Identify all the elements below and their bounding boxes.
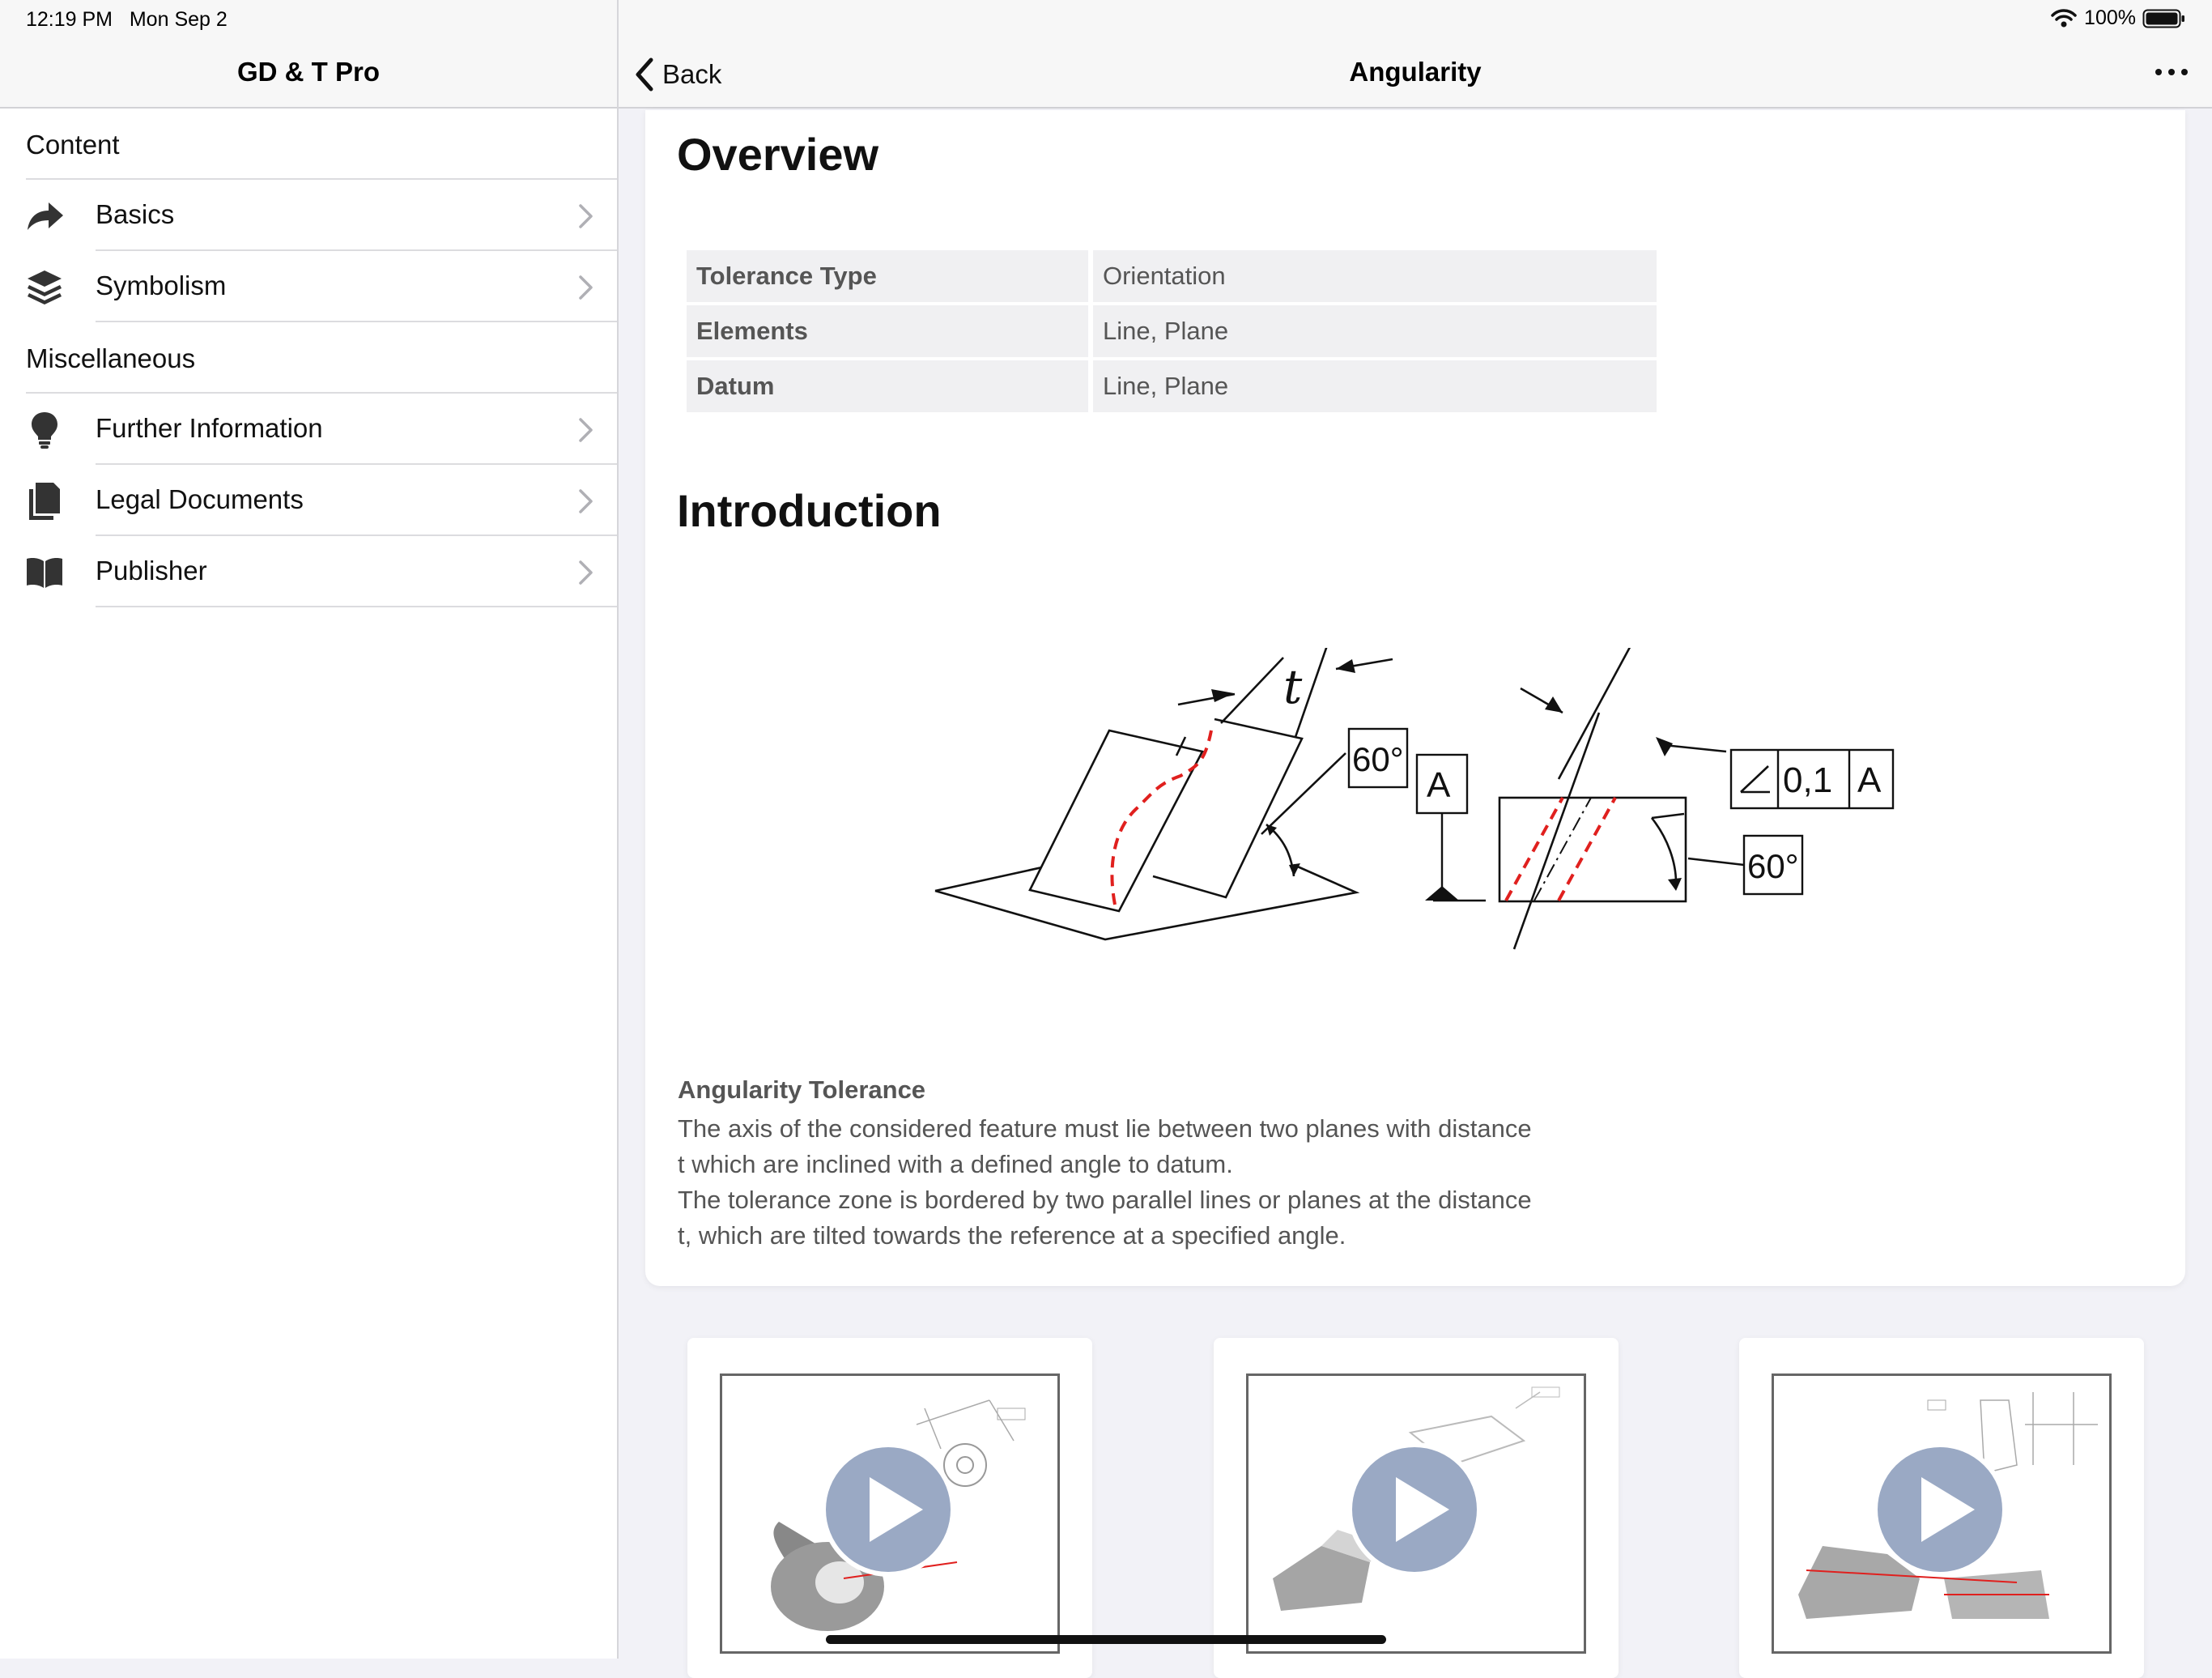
chevron-right-icon — [579, 560, 593, 585]
video-card-1[interactable] — [687, 1338, 1092, 1678]
layers-icon — [28, 270, 62, 305]
video-card-3[interactable] — [1739, 1338, 2144, 1678]
sidebar: 12:19 PM Mon Sep 2 GD & T Pro Content Ba… — [0, 0, 619, 1659]
sidebar-item-publisher[interactable]: Publisher — [0, 536, 617, 607]
angularity-diagram: t 60° A 0,1 A 60° — [934, 648, 1895, 950]
lightbulb-icon — [32, 412, 57, 449]
tolerance-t-label: t — [1283, 659, 1303, 714]
tolerance-value: 0,1 — [1783, 760, 1832, 800]
table-cell-value: Orientation — [1093, 250, 1657, 302]
sidebar-item-label: Symbolism — [96, 270, 227, 300]
wifi-icon — [2051, 8, 2077, 27]
datum-label: A — [1427, 765, 1451, 805]
battery-icon — [2142, 9, 2184, 28]
table-row: Tolerance Type Orientation — [687, 250, 1657, 302]
sidebar-item-basics[interactable]: Basics — [0, 180, 617, 251]
more-icon[interactable] — [2152, 60, 2191, 84]
navigation-bar: 100% Back Angularity — [619, 0, 2212, 109]
battery-percent: 100% — [2084, 6, 2136, 29]
home-indicator[interactable] — [826, 1635, 1386, 1644]
introduction-heading: Introduction — [677, 485, 942, 536]
divider — [96, 321, 617, 322]
chevron-right-icon — [579, 204, 593, 228]
chevron-right-icon — [579, 489, 593, 513]
share-arrow-icon — [28, 202, 63, 230]
caption-text: The axis of the considered feature must … — [678, 1111, 1601, 1254]
page-title: Angularity — [1349, 57, 1482, 87]
table-cell-key: Tolerance Type — [687, 250, 1088, 302]
video-thumbnail — [720, 1373, 1060, 1654]
chevron-right-icon — [579, 275, 593, 300]
table-cell-key: Elements — [687, 305, 1088, 357]
caption-line: t which are inclined with a defined angl… — [678, 1150, 1233, 1178]
section-header-miscellaneous: Miscellaneous — [26, 343, 196, 373]
section-header-content: Content — [26, 130, 120, 160]
status-indicators: 100% — [2050, 6, 2186, 30]
table-row: Datum Line, Plane — [687, 360, 1657, 412]
play-icon — [1347, 1442, 1482, 1577]
play-icon — [821, 1442, 955, 1577]
caption-line: The axis of the considered feature must … — [678, 1114, 1532, 1143]
caption-title: Angularity Tolerance — [678, 1075, 926, 1104]
documents-icon — [29, 483, 60, 520]
video-card-2[interactable] — [1214, 1338, 1619, 1678]
frame-datum-label: A — [1857, 760, 1882, 800]
sidebar-item-label: Further Information — [96, 413, 323, 443]
divider — [96, 606, 617, 607]
table-row: Elements Line, Plane — [687, 305, 1657, 357]
sidebar-header: 12:19 PM Mon Sep 2 GD & T Pro — [0, 0, 617, 109]
angle-label-right: 60° — [1747, 847, 1799, 885]
sidebar-item-label: Publisher — [96, 556, 207, 586]
chevron-right-icon — [579, 418, 593, 442]
book-icon — [27, 558, 62, 588]
status-date: Mon Sep 2 — [129, 8, 228, 31]
video-thumbnail — [1246, 1373, 1586, 1654]
table-cell-key: Datum — [687, 360, 1088, 412]
sidebar-item-legal-documents[interactable]: Legal Documents — [0, 465, 617, 536]
sidebar-item-further-information[interactable]: Further Information — [0, 394, 617, 465]
sidebar-item-symbolism[interactable]: Symbolism — [0, 251, 617, 322]
overview-heading: Overview — [677, 129, 879, 180]
sidebar-item-label: Basics — [96, 199, 175, 229]
status-time: 12:19 PM — [26, 8, 113, 31]
sidebar-title: GD & T Pro — [236, 57, 380, 87]
angle-label-left: 60° — [1352, 740, 1404, 778]
caption-line: The tolerance zone is bordered by two pa… — [678, 1186, 1532, 1214]
caption-line: t, which are tilted towards the referenc… — [678, 1221, 1346, 1250]
play-icon — [1873, 1442, 2007, 1577]
sidebar-item-label: Legal Documents — [96, 484, 304, 514]
table-cell-value: Line, Plane — [1093, 305, 1657, 357]
status-time-date: 12:19 PM Mon Sep 2 — [26, 8, 228, 32]
table-cell-value: Line, Plane — [1093, 360, 1657, 412]
video-thumbnail — [1772, 1373, 2112, 1654]
